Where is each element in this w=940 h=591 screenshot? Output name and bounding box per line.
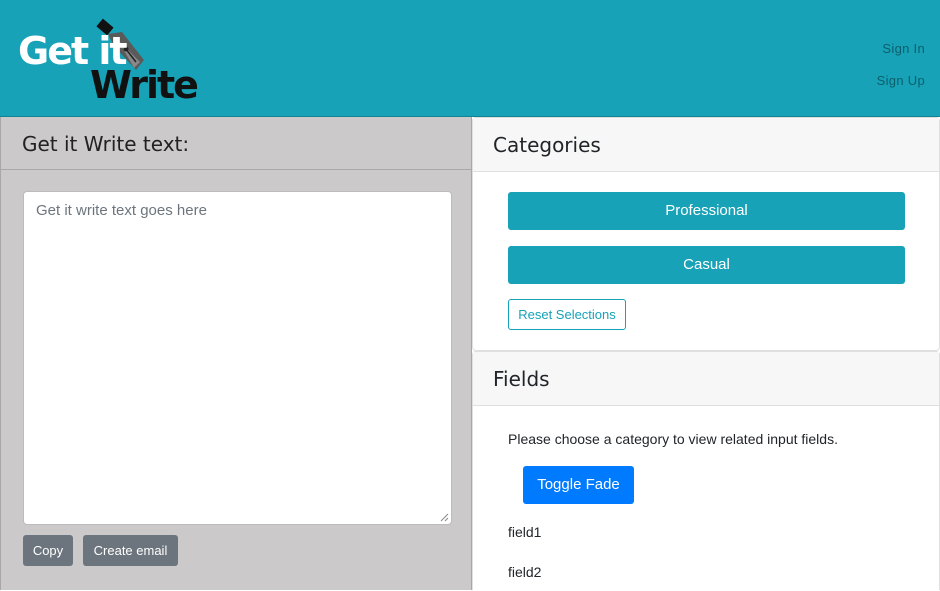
text-editor[interactable]: Get it write text goes here bbox=[23, 191, 452, 525]
categories-title: Categories bbox=[493, 133, 601, 157]
top-header: Get it Write Sign In Sign Up bbox=[0, 0, 940, 117]
fields-body: Please choose a category to view related… bbox=[473, 406, 940, 591]
sign-in-link[interactable]: Sign In bbox=[877, 33, 925, 65]
fields-header: Fields bbox=[473, 352, 939, 406]
get-it-write-logo[interactable]: Get it Write bbox=[14, 16, 204, 106]
reset-selections-button[interactable]: Reset Selections bbox=[508, 299, 626, 330]
field-item: field2 bbox=[508, 564, 542, 580]
sign-up-link[interactable]: Sign Up bbox=[877, 65, 925, 97]
fields-card: Fields Please choose a category to view … bbox=[472, 351, 940, 590]
field-item: field1 bbox=[508, 524, 542, 540]
category-professional-button[interactable]: Professional bbox=[508, 192, 905, 230]
toggle-fade-button[interactable]: Toggle Fade bbox=[523, 466, 634, 504]
categories-header: Categories bbox=[473, 118, 939, 172]
text-panel-header: Get it Write text: bbox=[1, 117, 471, 170]
copy-button[interactable]: Copy bbox=[23, 535, 73, 566]
logo-text-write: Write bbox=[90, 63, 199, 107]
create-email-button[interactable]: Create email bbox=[83, 535, 178, 566]
text-panel: Get it Write text: Get it write text goe… bbox=[0, 117, 472, 590]
text-panel-title: Get it Write text: bbox=[22, 132, 190, 156]
fields-title: Fields bbox=[493, 367, 550, 391]
account-nav: Sign In Sign Up bbox=[877, 33, 925, 97]
category-casual-button[interactable]: Casual bbox=[508, 246, 905, 284]
fields-prompt: Please choose a category to view related… bbox=[508, 431, 838, 447]
resize-handle-icon[interactable] bbox=[440, 513, 449, 522]
categories-card: Categories Professional Casual Reset Sel… bbox=[472, 117, 940, 351]
editor-placeholder: Get it write text goes here bbox=[36, 202, 207, 219]
